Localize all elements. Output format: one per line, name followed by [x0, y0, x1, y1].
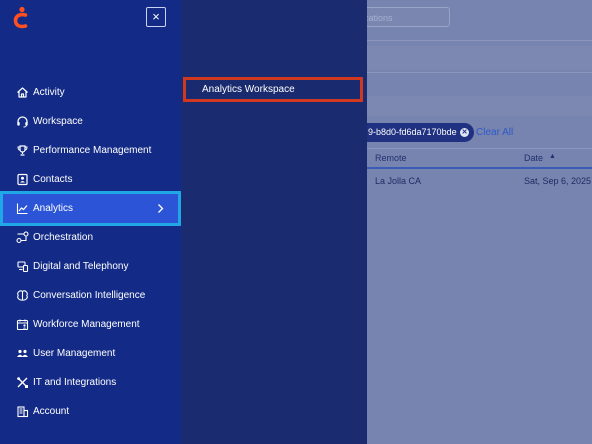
- flow-icon: [16, 231, 29, 244]
- sidebar-item-conversation-intelligence[interactable]: Conversation Intelligence: [0, 281, 181, 310]
- sidebar-item-it-and-integrations[interactable]: IT and Integrations: [0, 368, 181, 397]
- sidebar-item-digital-and-telephony[interactable]: Digital and Telephony: [0, 252, 181, 281]
- tools-icon: [16, 376, 29, 389]
- sidebar-item-contacts[interactable]: Contacts: [0, 165, 181, 194]
- sidebar-item-label: Activity: [33, 87, 65, 98]
- brain-icon: [16, 289, 29, 302]
- sidebar-item-activity[interactable]: Activity: [0, 78, 181, 107]
- sidebar-item-label: Workspace: [33, 116, 83, 127]
- background-table-cell: Sat, Sep 6, 2025: [524, 176, 592, 186]
- close-menu-button[interactable]: ×: [146, 7, 166, 27]
- background-toolbar: [360, 46, 592, 70]
- background-column-header: Remote: [375, 153, 407, 163]
- chip-remove-icon: ✕: [460, 128, 469, 137]
- sidebar-item-label: IT and Integrations: [33, 377, 117, 388]
- background-header-underline: [360, 167, 592, 169]
- background-toolbar: [360, 96, 592, 116]
- calendar-people-icon: [16, 318, 29, 331]
- users-icon: [16, 347, 29, 360]
- building-icon: [16, 405, 29, 418]
- sidebar-item-account[interactable]: Account: [0, 397, 181, 426]
- sidebar-item-workspace[interactable]: Workspace: [0, 107, 181, 136]
- sidebar-item-workforce-management[interactable]: Workforce Management: [0, 310, 181, 339]
- home-icon: [16, 86, 29, 99]
- sidebar-item-performance-management[interactable]: Performance Management: [0, 136, 181, 165]
- background-table-cell: La Jolla CA: [375, 176, 422, 186]
- sidebar-item-orchestration[interactable]: Orchestration: [0, 223, 181, 252]
- trophy-icon: [16, 144, 29, 157]
- chevron-right-icon: [158, 204, 164, 213]
- sort-ascending-icon: ▲: [549, 153, 556, 160]
- sidebar-item-label: Analytics: [33, 203, 74, 214]
- sidebar-item-label: Workforce Management: [33, 319, 140, 330]
- sidebar-nav: Activity Workspace Performance Managemen…: [0, 78, 181, 426]
- sidebar-item-label: User Management: [33, 348, 116, 359]
- sidebar-item-label: Digital and Telephony: [33, 261, 129, 272]
- background-filter-chip: 9-b8d0-fd6da7170bde ✕: [356, 123, 474, 142]
- submenu-item-analytics-workspace[interactable]: Analytics Workspace: [183, 77, 363, 102]
- sidebar-item-label: Contacts: [33, 174, 73, 185]
- close-icon: ×: [152, 9, 160, 24]
- headset-icon: [16, 115, 29, 128]
- main-sidebar: × Activity Workspace Performance Managem…: [0, 0, 181, 444]
- background-column-header: Date: [524, 153, 544, 163]
- background-divider: [360, 72, 592, 73]
- brand-logo: [13, 6, 29, 30]
- sidebar-item-label: Orchestration: [33, 232, 94, 243]
- line-chart-icon: [16, 202, 29, 215]
- background-divider: [360, 40, 592, 41]
- sidebar-item-user-management[interactable]: User Management: [0, 339, 181, 368]
- sidebar-item-label: Conversation Intelligence: [33, 290, 146, 301]
- contact-card-icon: [16, 173, 29, 186]
- analytics-submenu: Analytics Workspace: [181, 0, 367, 444]
- background-clear-all-link: Clear All: [476, 127, 514, 138]
- sidebar-item-analytics[interactable]: Analytics: [0, 191, 181, 226]
- devices-icon: [16, 260, 29, 273]
- sidebar-item-label: Performance Management: [33, 145, 152, 156]
- background-divider: [360, 148, 592, 149]
- sidebar-item-label: Account: [33, 406, 70, 417]
